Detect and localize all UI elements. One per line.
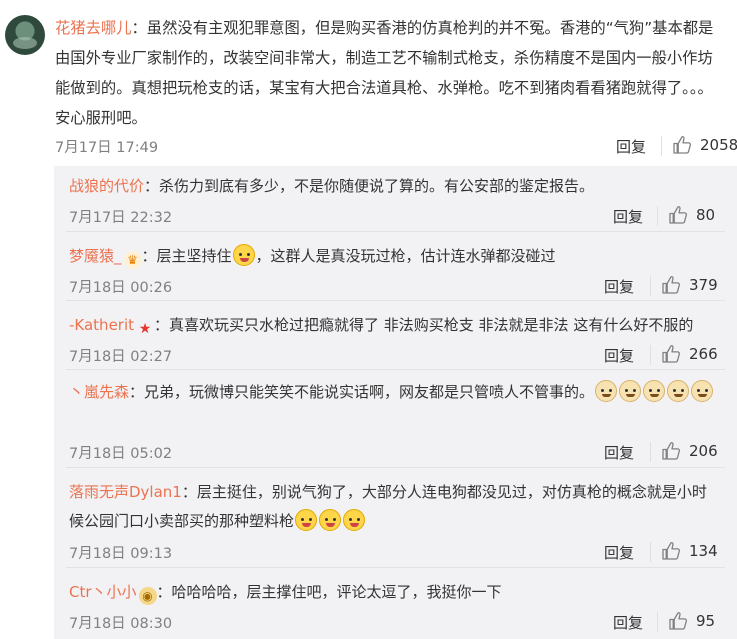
doge-emoji-icon	[667, 380, 690, 402]
sub-like-count: 266	[689, 345, 718, 363]
sub-content: ：杀伤力到底有多少，不是你随便说了算的。有公安部的鉴定报告。	[144, 177, 595, 195]
sub-like-button[interactable]: 134	[661, 541, 718, 561]
divider	[657, 612, 658, 632]
main-comment-text: 花猪去哪儿：虽然没有主观犯罪意图，但是购买香港的仿真枪判的并不冤。香港的“气狗”…	[55, 13, 727, 133]
thumbs-up-icon	[668, 611, 688, 631]
sub-comment: 落雨无声Dylan1：层主挺住，别说气狗了，大部分人连电狗都没见过，对仿真枪的概…	[54, 468, 737, 568]
sub-like-button[interactable]: 95	[668, 611, 715, 631]
thumbs-up-icon	[668, 205, 688, 225]
sub-content: ：哈哈哈哈，层主撑住吧，评论太逗了，我挺你一下	[156, 583, 502, 601]
avatar[interactable]	[5, 15, 45, 55]
sub-timestamp: 7月18日 05:02	[69, 446, 173, 462]
main-comment: 花猪去哪儿：虽然没有主观犯罪意图，但是购买香港的仿真枪判的并不冤。香港的“气狗”…	[0, 0, 737, 160]
laughing-cry-emoji-icon	[232, 244, 255, 266]
sub-comment-text: Ctr丶小小 ◉ ：哈哈哈哈，层主撑住吧，评论太逗了，我挺你一下	[69, 578, 719, 607]
divider	[650, 345, 651, 365]
sub-like-count: 80	[696, 206, 716, 224]
thumbs-up-icon	[661, 541, 681, 561]
sub-reply-button[interactable]: 回复	[604, 276, 634, 297]
sub-content-tail: ，这群人是真没玩过枪，估计连水弹都没碰过	[255, 247, 556, 265]
divider	[650, 276, 651, 296]
doge-emoji-icon	[691, 380, 714, 402]
sub-comment: 战狼的代价：杀伤力到底有多少，不是你随便说了算的。有公安部的鉴定报告。 7月17…	[54, 166, 737, 232]
divider	[661, 136, 662, 156]
doge-emoji-icon	[643, 380, 666, 402]
laughing-cry-emoji-icon	[319, 509, 342, 531]
sub-username[interactable]: 丶嵐先森	[69, 383, 129, 401]
sub-username[interactable]: 梦魇猿_	[69, 247, 122, 265]
sub-reply-button[interactable]: 回复	[604, 442, 634, 463]
sub-comment-text: 战狼的代价：杀伤力到底有多少，不是你随便说了算的。有公安部的鉴定报告。	[69, 172, 719, 201]
sub-timestamp: 7月18日 02:27	[69, 349, 173, 365]
sub-like-button[interactable]: 80	[668, 205, 715, 225]
vip-badge-icon: ♛	[123, 251, 142, 269]
sub-content: ：兄弟，玩微博只能笑笑不能说实话啊，网友都是只管喷人不管事的。	[129, 383, 595, 401]
thumbs-up-icon	[672, 135, 692, 155]
sub-comment-text: 丶嵐先森：兄弟，玩微博只能笑笑不能说实话啊，网友都是只管喷人不管事的。	[69, 378, 719, 407]
divider	[657, 206, 658, 226]
sub-like-button[interactable]: 206	[661, 441, 718, 461]
divider	[650, 442, 651, 462]
laughing-cry-emoji-icon	[343, 509, 366, 531]
thumbs-up-icon	[661, 441, 681, 461]
sub-reply-button[interactable]: 回复	[613, 612, 643, 633]
thumbs-up-icon	[661, 344, 681, 364]
sub-reply-button[interactable]: 回复	[613, 206, 643, 227]
sub-like-button[interactable]: 379	[661, 275, 718, 295]
sub-like-count: 379	[689, 276, 718, 294]
main-reply-button[interactable]: 回复	[616, 136, 646, 157]
sub-like-count: 134	[689, 542, 718, 560]
sub-comment: -Katherit ★ ：真喜欢玩买只水枪过把瘾就得了 非法购买枪支 非法就是非法 …	[54, 301, 737, 370]
sub-like-count: 95	[696, 612, 716, 630]
sub-username[interactable]: 落雨无声Dylan1	[69, 483, 182, 501]
sub-reply-button[interactable]: 回复	[604, 542, 634, 563]
main-like-count: 2058	[700, 136, 737, 154]
main-timestamp: 7月17日 17:49	[55, 140, 159, 156]
sub-like-button[interactable]: 266	[661, 344, 718, 364]
thumbs-up-icon	[661, 275, 681, 295]
sub-timestamp: 7月17日 22:32	[69, 210, 173, 226]
main-content: ：虽然没有主观犯罪意图，但是购买香港的仿真枪判的并不冤。香港的“气狗”基本都是由…	[55, 19, 714, 127]
sub-comment: 梦魇猿_ ♛ ：层主坚持住 ，这群人是真没玩过枪，估计连水弹都没碰过 7月18日 00…	[54, 232, 737, 301]
sub-comments-panel: 战狼的代价：杀伤力到底有多少，不是你随便说了算的。有公安部的鉴定报告。 7月17…	[54, 166, 737, 639]
gold-badge-icon: ◉	[138, 587, 157, 605]
sub-username[interactable]: -Katherit	[69, 316, 134, 334]
sub-username[interactable]: Ctr丶小小	[69, 583, 137, 601]
sub-content: ：真喜欢玩买只水枪过把瘾就得了 非法购买枪支 非法就是非法 这有什么好不服的	[154, 316, 694, 334]
doge-emoji-icon	[595, 380, 618, 402]
sub-comment-text: -Katherit ★ ：真喜欢玩买只水枪过把瘾就得了 非法购买枪支 非法就是非法 …	[69, 311, 719, 340]
sub-comment-text: 梦魇猿_ ♛ ：层主坚持住 ，这群人是真没玩过枪，估计连水弹都没碰过	[69, 242, 719, 271]
divider	[650, 542, 651, 562]
doge-emoji-icon	[619, 380, 642, 402]
sub-comment: 丶嵐先森：兄弟，玩微博只能笑笑不能说实话啊，网友都是只管喷人不管事的。 7月18…	[54, 370, 737, 468]
sub-username[interactable]: 战狼的代价	[69, 177, 144, 195]
sub-reply-button[interactable]: 回复	[604, 345, 634, 366]
sub-comment-text: 落雨无声Dylan1：层主挺住，别说气狗了，大部分人连电狗都没见过，对仿真枪的概…	[69, 478, 719, 536]
sub-timestamp: 7月18日 00:26	[69, 280, 173, 296]
sub-like-count: 206	[689, 442, 718, 460]
sub-timestamp: 7月18日 08:30	[69, 616, 173, 632]
sub-content: ：层主坚持住	[141, 247, 232, 265]
star-badge-icon: ★	[138, 321, 152, 337]
sub-comment: Ctr丶小小 ◉ ：哈哈哈哈，层主撑住吧，评论太逗了，我挺你一下 7月18日 08:…	[54, 568, 737, 639]
laughing-cry-emoji-icon	[295, 509, 318, 531]
main-like-button[interactable]: 2058	[672, 135, 737, 155]
main-username[interactable]: 花猪去哪儿	[55, 19, 132, 37]
sub-timestamp: 7月18日 09:13	[69, 546, 173, 562]
